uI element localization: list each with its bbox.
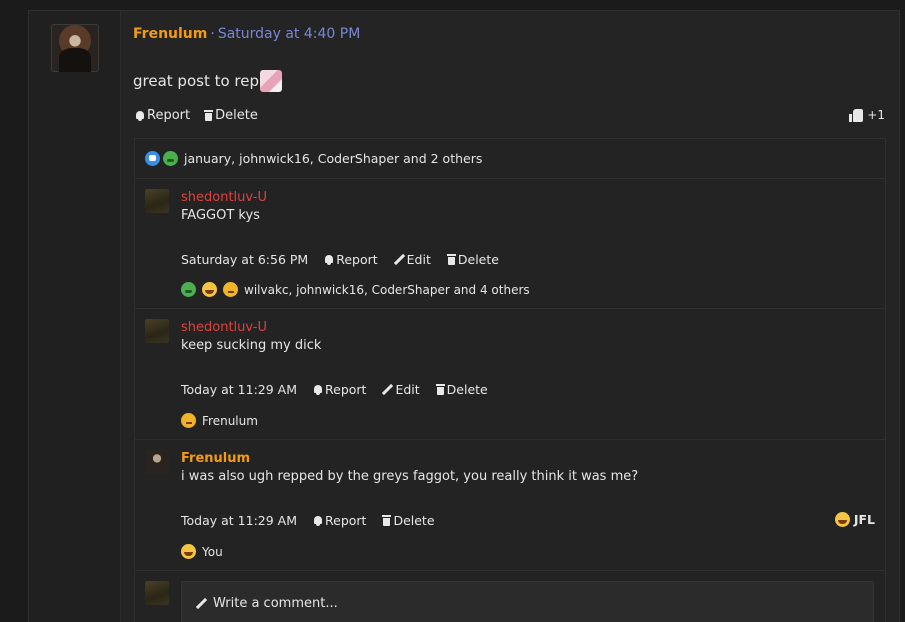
edit-button[interactable]: Edit: [382, 382, 419, 397]
like-button[interactable]: +1: [849, 108, 885, 122]
comment-text: i was also ugh repped by the greys faggo…: [181, 469, 639, 484]
delete-button[interactable]: Delete: [435, 382, 488, 397]
post-sidebar: [29, 11, 121, 622]
comment-author[interactable]: shedontluv-U: [181, 320, 267, 335]
avatar[interactable]: [145, 450, 169, 474]
comment-time[interactable]: Today at 11:29 AM: [181, 513, 297, 528]
laugh-reaction-icon: [181, 544, 196, 559]
reactions-summary-text: january, johnwick16, CoderShaper and 2 o…: [184, 151, 483, 166]
avatar[interactable]: [145, 581, 169, 605]
comment-item: shedontluv-U keep sucking my dick Today …: [135, 309, 885, 440]
post-header: Frenulum · Saturday at 4:40 PM: [133, 26, 360, 42]
post-author[interactable]: Frenulum: [133, 26, 207, 42]
rating-count: +1: [867, 108, 885, 122]
avatar[interactable]: [51, 24, 99, 72]
reactions-text: You: [202, 544, 223, 559]
comment-item: Frenulum i was also ugh repped by the gr…: [135, 440, 885, 571]
post-text: great post to rep: [133, 72, 260, 90]
pencil-icon: [394, 254, 405, 265]
post-body: great post to rep: [133, 70, 283, 92]
comment-reactions[interactable]: Frenulum: [181, 413, 258, 428]
separator: ·: [210, 26, 215, 42]
pencil-icon: [196, 598, 207, 609]
comment-item: shedontluv-U FAGGOT kys Saturday at 6:56…: [135, 179, 885, 309]
sticker-image: [260, 70, 283, 92]
avatar[interactable]: [145, 319, 169, 343]
delete-button[interactable]: Delete: [204, 108, 258, 123]
write-comment-input[interactable]: Write a comment...: [181, 581, 874, 622]
report-button[interactable]: Report: [313, 513, 366, 528]
delete-button[interactable]: Delete: [446, 252, 499, 267]
sick-reaction-icon: [181, 282, 196, 297]
reaction-label-button[interactable]: JFL: [834, 512, 875, 527]
write-comment-placeholder: Write a comment...: [213, 595, 338, 611]
comment-reactions[interactable]: wilvakc, johnwick16, CoderShaper and 4 o…: [181, 282, 530, 297]
comment-author[interactable]: shedontluv-U: [181, 190, 267, 205]
comment-actions: Today at 11:29 AM Report Delete: [181, 513, 435, 528]
bell-icon: [313, 384, 323, 395]
thinking-reaction-icon: [181, 413, 196, 428]
post-actions: Report Delete: [135, 108, 258, 123]
comment-actions: Today at 11:29 AM Report Edit Delete: [181, 382, 488, 397]
comment-reactions[interactable]: You: [181, 544, 223, 559]
bell-icon: [135, 110, 145, 121]
bell-icon: [313, 515, 323, 526]
comment-text: keep sucking my dick: [181, 338, 322, 353]
comment-text: FAGGOT kys: [181, 208, 260, 223]
comment-author[interactable]: Frenulum: [181, 451, 250, 466]
delete-button[interactable]: Delete: [382, 513, 435, 528]
pencil-icon: [382, 384, 393, 395]
trash-icon: [435, 384, 445, 395]
edit-button[interactable]: Edit: [394, 252, 431, 267]
reactions-text: Frenulum: [202, 413, 258, 428]
comments-section: january, johnwick16, CoderShaper and 2 o…: [134, 138, 886, 622]
laugh-reaction-icon: [834, 512, 850, 527]
reactions-text: wilvakc, johnwick16, CoderShaper and 4 o…: [244, 282, 530, 297]
post-time[interactable]: Saturday at 4:40 PM: [218, 26, 360, 42]
thinking-reaction-icon: [223, 282, 238, 297]
sick-reaction-icon: [163, 151, 178, 166]
trash-icon: [204, 110, 214, 121]
comment-time[interactable]: Today at 11:29 AM: [181, 382, 297, 397]
report-button[interactable]: Report: [324, 252, 378, 267]
avatar[interactable]: [145, 189, 169, 213]
post-container: Frenulum · Saturday at 4:40 PM great post …: [28, 10, 900, 622]
trash-icon: [382, 515, 392, 526]
comment-actions: Saturday at 6:56 PM Report Edit Delete: [181, 252, 499, 267]
comment-time[interactable]: Saturday at 6:56 PM: [181, 252, 308, 267]
thumbs-up-icon: [849, 108, 864, 122]
comment-composer: Write a comment...: [135, 571, 885, 622]
trash-icon: [446, 254, 456, 265]
laugh-reaction-icon: [202, 282, 217, 297]
report-button[interactable]: Report: [313, 382, 366, 397]
report-button[interactable]: Report: [135, 108, 190, 123]
reactions-summary[interactable]: january, johnwick16, CoderShaper and 2 o…: [135, 139, 885, 179]
like-reaction-icon: [145, 151, 160, 166]
bell-icon: [324, 254, 334, 265]
